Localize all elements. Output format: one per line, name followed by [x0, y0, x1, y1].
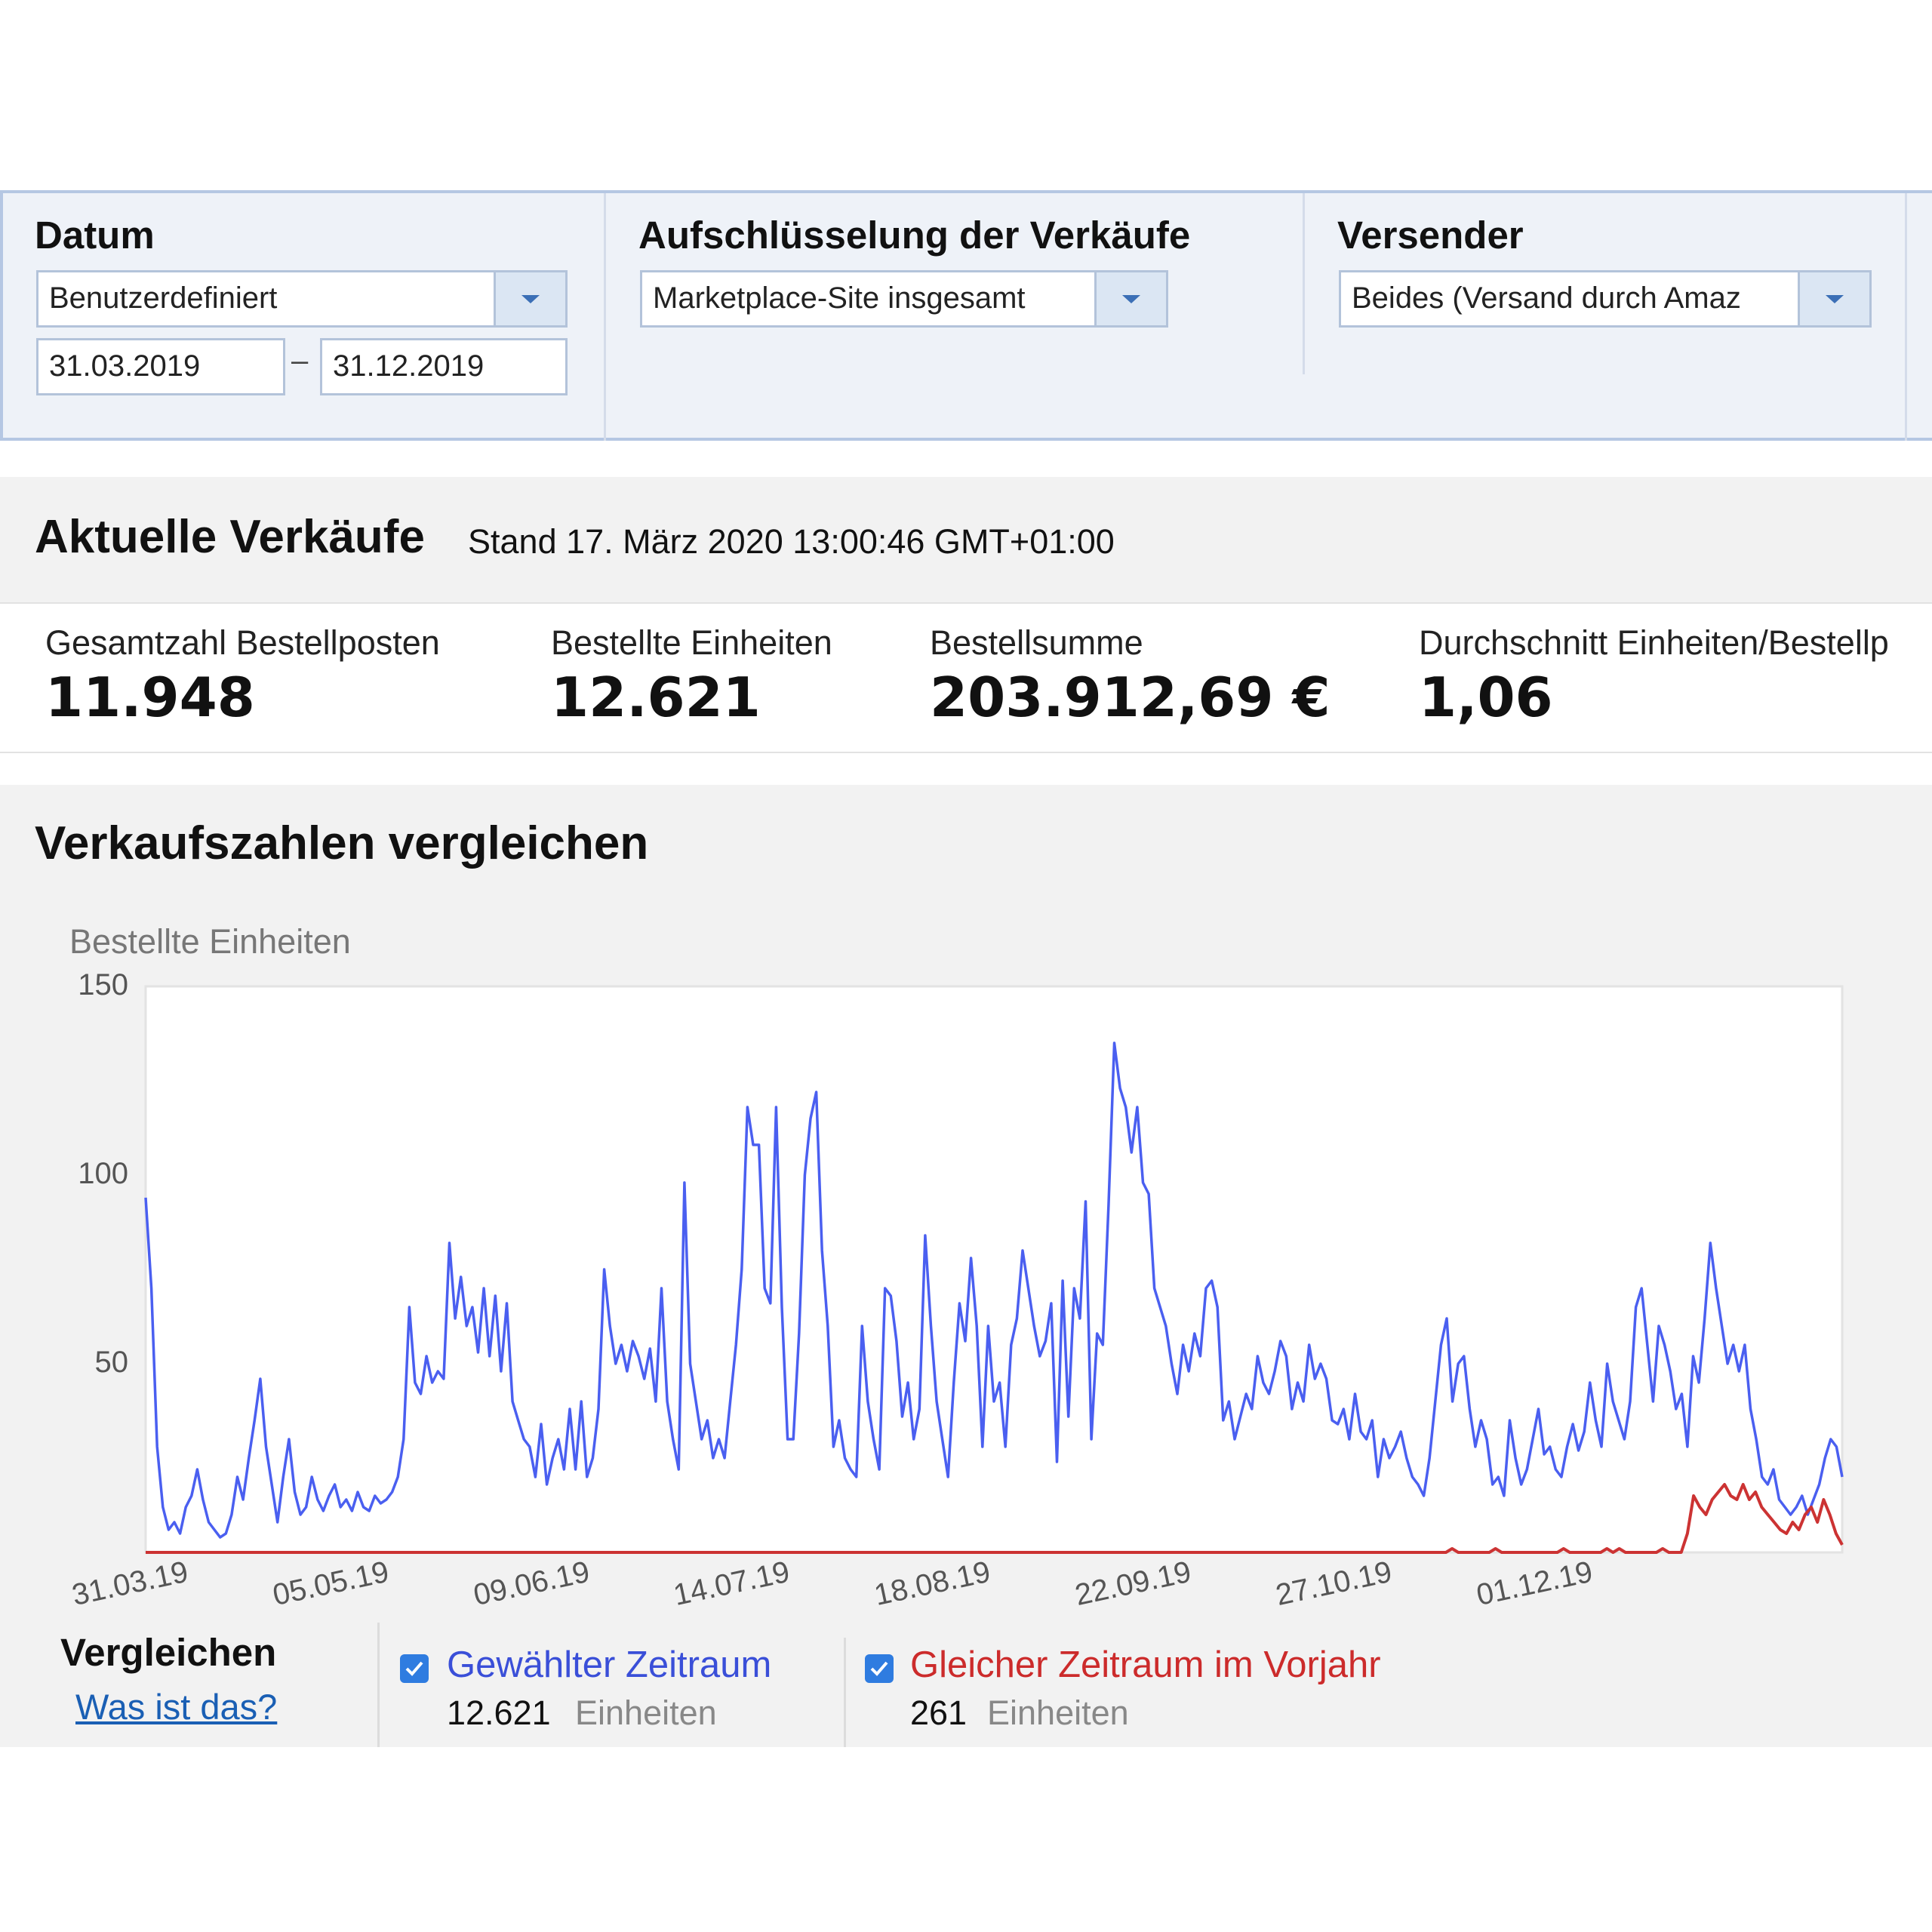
legend-selected-period: Gewählter Zeitraum	[447, 1644, 772, 1685]
help-link[interactable]: Was ist das?	[75, 1686, 277, 1727]
sales-chart	[144, 985, 1844, 1554]
legend-divider	[844, 1638, 846, 1747]
checkmark-icon	[870, 1661, 888, 1676]
legend-divider	[377, 1623, 380, 1747]
checkmark-icon	[405, 1661, 423, 1676]
legend-unit: Einheiten	[987, 1694, 1129, 1732]
page-bottom-blank	[0, 1747, 1932, 1932]
compare-label: Vergleichen	[60, 1631, 277, 1674]
legend-previous-year: Gleicher Zeitraum im Vorjahr	[910, 1644, 1381, 1685]
checkbox-selected-period[interactable]	[400, 1654, 429, 1683]
checkbox-previous-year[interactable]	[865, 1654, 894, 1683]
legend-count: 261	[910, 1694, 968, 1732]
legend-unit: Einheiten	[575, 1694, 717, 1732]
legend-count: 12.621	[447, 1694, 551, 1732]
